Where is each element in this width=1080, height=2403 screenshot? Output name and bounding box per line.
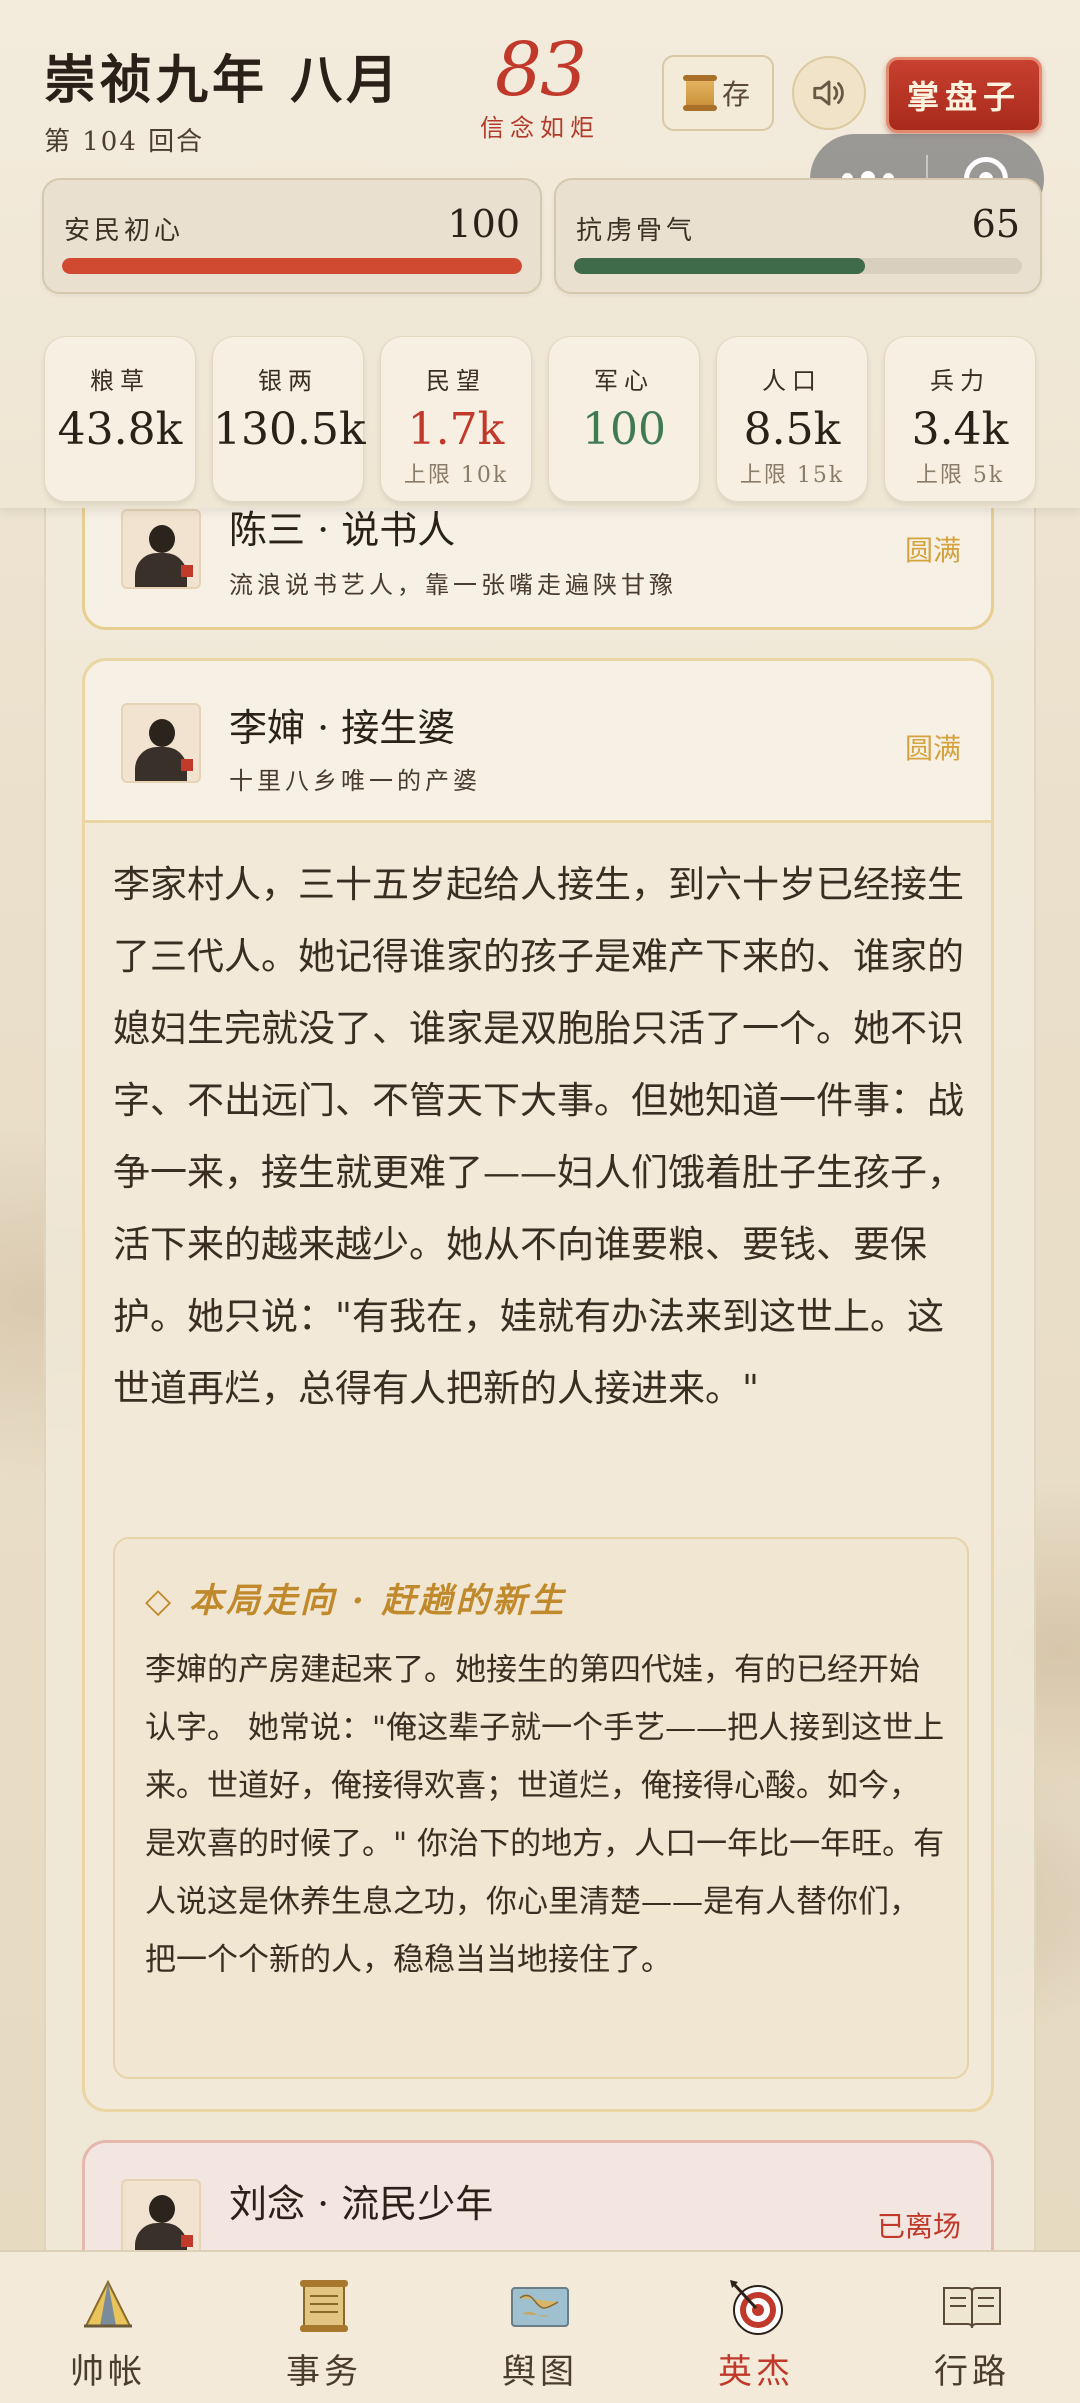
meter-fill	[574, 258, 866, 274]
save-button[interactable]: 存	[662, 55, 774, 131]
meter-value: 100	[447, 202, 520, 246]
target-icon	[730, 2280, 783, 2335]
meter-track	[62, 258, 522, 274]
tent-icon	[84, 2279, 132, 2328]
outcome-body: 李婶的产房建起来了。她接生的第四代娃，有的已经开始认字。 她常说："俺这辈子就一…	[145, 1652, 945, 1978]
stat-label: 银两	[258, 367, 318, 395]
outcome-title: ◇ 本局走向 · 赶趟的新生	[145, 1581, 567, 1621]
tab-xinglu[interactable]: 行路	[864, 2252, 1080, 2403]
meter-fill	[62, 258, 522, 274]
stat-label: 兵力	[930, 367, 990, 395]
meter-label: 安民初心	[64, 216, 185, 246]
scroll-icon	[682, 75, 717, 111]
status-badge: 圆满	[904, 534, 961, 567]
person-name: 刘念 · 流民少年	[229, 2182, 494, 2226]
person-desc: 十里八乡唯一的产婆	[229, 767, 481, 795]
tab-label: 事务	[286, 2352, 362, 2392]
stat-troops[interactable]: 兵力 3.4k 上限 5k	[884, 336, 1036, 502]
tab-label: 帅帐	[70, 2352, 146, 2392]
map-icon	[511, 2287, 569, 2327]
stat-cap: 上限 5k	[915, 463, 1005, 488]
meter-anmin: 安民初心 100	[42, 178, 542, 294]
stat-value: 1.7k	[407, 404, 505, 455]
meter-track	[574, 258, 1022, 274]
tab-label: 行路	[934, 2352, 1010, 2392]
save-label: 存	[721, 78, 750, 111]
scroll-icon	[300, 2280, 348, 2332]
heroes-list[interactable]: 陈三 · 说书人 流浪说书艺人，靠一张嘴走遍陕甘豫 圆满 李婶 · 接生婆 十里…	[44, 470, 1036, 2300]
avatar	[121, 703, 201, 783]
tab-shuaizhang[interactable]: 帅帐	[0, 2252, 216, 2403]
tab-label: 舆图	[502, 2352, 578, 2392]
sound-button[interactable]	[792, 56, 866, 130]
status-badge: 圆满	[904, 732, 961, 765]
tab-yingjie[interactable]: 英杰	[648, 2252, 864, 2403]
person-card-lishen[interactable]: 李婶 · 接生婆 十里八乡唯一的产婆 圆满 李家村人，三十五岁起给人接生，到六十…	[82, 658, 994, 2112]
faith-indicator: 83 信念如炬	[470, 30, 610, 143]
stat-population[interactable]: 人口 8.5k 上限 15k	[716, 336, 868, 502]
person-name: 李婶 · 接生婆	[229, 706, 456, 750]
stat-value: 3.4k	[911, 404, 1009, 455]
avatar	[121, 2179, 201, 2259]
bottom-tab-bar: 帅帐 事务 舆图 英杰 行路	[0, 2250, 1080, 2403]
meter-label: 抗虏骨气	[576, 216, 697, 246]
status-badge: 已离场	[876, 2210, 961, 2243]
meter-kanglu: 抗虏骨气 65	[554, 178, 1042, 294]
faith-label: 信念如炬	[480, 114, 600, 142]
faith-value: 83	[494, 27, 587, 113]
boss-button[interactable]: 掌盘子	[886, 57, 1042, 133]
stat-label: 民望	[426, 367, 486, 395]
stat-value: 43.8k	[57, 404, 183, 455]
avatar	[121, 509, 201, 589]
stat-label: 军心	[594, 367, 654, 395]
stat-cap: 上限 10k	[403, 463, 509, 488]
person-bio: 李家村人，三十五岁起给人接生，到六十岁已经接生了三代人。她记得谁家的孩子是难产下…	[113, 863, 964, 1410]
stat-silver[interactable]: 银两 130.5k	[212, 336, 366, 502]
person-card-header[interactable]: 李婶 · 接生婆 十里八乡唯一的产婆 圆满	[85, 661, 991, 823]
tab-yutu[interactable]: 舆图	[432, 2252, 648, 2403]
stat-reputation[interactable]: 民望 1.7k 上限 10k	[380, 336, 532, 502]
tab-shiwu[interactable]: 事务	[216, 2252, 432, 2403]
stat-value: 8.5k	[743, 404, 841, 455]
stat-label: 人口	[762, 367, 822, 395]
person-desc: 流浪说书艺人，靠一张嘴走遍陕甘豫	[229, 571, 677, 599]
stat-value: 130.5k	[213, 404, 366, 455]
stat-morale[interactable]: 军心 100	[548, 336, 700, 502]
stat-label: 粮草	[90, 367, 150, 395]
turn-counter: 第 104 回合	[44, 127, 205, 157]
speaker-icon	[813, 80, 844, 106]
stat-grain[interactable]: 粮草 43.8k	[44, 336, 196, 502]
book-icon	[943, 2287, 1001, 2329]
stat-value: 100	[582, 404, 666, 455]
tab-label: 英杰	[718, 2352, 794, 2392]
outcome-panel: ◇ 本局走向 · 赶趟的新生 李婶的产房建起来了。她接生的第四代娃，有的已经开始…	[113, 1537, 969, 2079]
meter-value: 65	[971, 202, 1020, 246]
stat-cap: 上限 15k	[739, 463, 845, 488]
page-title: 崇祯九年 八月	[44, 50, 403, 111]
